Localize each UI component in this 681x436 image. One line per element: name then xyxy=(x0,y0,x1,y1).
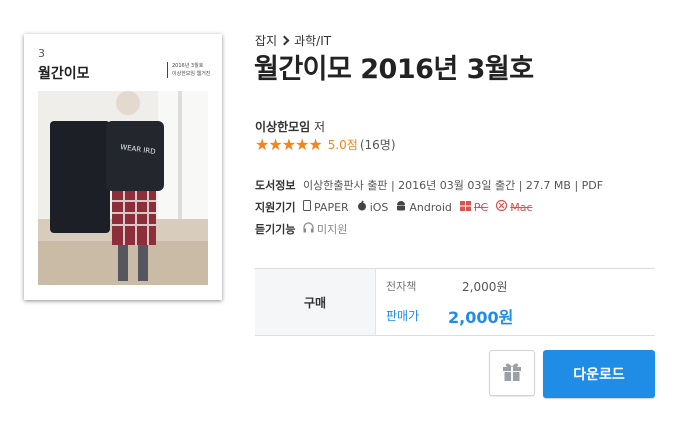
breadcrumb-subcategory[interactable]: 과학/IT xyxy=(294,34,331,48)
tablet-icon xyxy=(303,200,311,214)
author-line: 이상한모임 저 xyxy=(255,118,325,135)
star-icon: ★ xyxy=(281,134,297,154)
gift-icon xyxy=(501,360,523,386)
listen-feature-value: 미지원 xyxy=(303,221,347,237)
star-icon: ★ xyxy=(295,134,310,154)
author-name[interactable]: 이상한모임 xyxy=(255,120,310,134)
headphones-icon xyxy=(303,222,314,236)
platform-ios: iOS xyxy=(357,200,389,214)
breadcrumb-category[interactable]: 잡지 xyxy=(255,34,277,48)
book-info-row: 도서정보 이상한출판사 출판 | 2016년 03월 03일 출간 | 27.7… xyxy=(255,177,603,193)
support-devices-label: 지원기기 xyxy=(255,201,296,214)
platform-label: iOS xyxy=(369,200,389,214)
cover-issue-number: 3 xyxy=(38,47,45,60)
listen-feature-row: 듣기기능 미지원 xyxy=(255,221,355,237)
star-icon: ★ xyxy=(268,134,283,154)
rating-score: 5.0점 xyxy=(327,138,358,152)
gift-button[interactable] xyxy=(489,350,535,396)
cover-subtitle: 2016년 3월호 이상한모임 웹거진 xyxy=(167,62,210,78)
platform-pc: PC xyxy=(459,200,489,214)
cover-subtitle-line1: 2016년 3월호 xyxy=(172,63,204,69)
cover-subtitle-line2: 이상한모임 웹거진 xyxy=(172,71,211,77)
star-rating: ★ ★ ★ ★ ★ xyxy=(255,134,323,154)
ebook-price: 2,000원 xyxy=(462,280,508,294)
mac-icon xyxy=(496,199,508,214)
apple-icon xyxy=(357,200,367,214)
platform-label: Android xyxy=(409,200,452,214)
cover-title: 월간이모 xyxy=(38,66,90,82)
platform-paper: PAPER xyxy=(303,200,349,214)
support-devices-row: 지원기기 PAPER iOS Android PC Mac xyxy=(255,199,541,215)
rating-count: (16명) xyxy=(359,138,396,152)
book-cover[interactable]: 3 월간이모 2016년 3월호 이상한모임 웹거진 WEAR IRD xyxy=(24,34,222,300)
book-title: 월간이모 2016년 3월호 xyxy=(254,54,534,85)
download-button[interactable]: 다운로드 xyxy=(543,350,655,398)
purchase-label: 구매 xyxy=(255,269,376,335)
listen-feature-label: 듣기기능 xyxy=(255,223,296,236)
chevron-right-icon xyxy=(279,35,290,46)
book-info-value: 이상한출판사 출판 | 2016년 03월 03일 출간 | 27.7 MB |… xyxy=(303,179,604,192)
android-icon xyxy=(396,200,406,214)
cover-photo: WEAR IRD xyxy=(38,91,208,285)
platform-label: Mac xyxy=(510,200,533,214)
platform-android: Android xyxy=(396,200,452,214)
platform-label: PAPER xyxy=(314,200,349,214)
rating: ★ ★ ★ ★ ★ 5.0점 (16명) xyxy=(255,136,396,153)
listen-feature-text: 미지원 xyxy=(317,223,348,236)
sale-price-label: 판매가 xyxy=(386,309,420,323)
sale-price: 2,000원 xyxy=(448,308,514,327)
star-icon: ★ xyxy=(308,134,323,154)
platform-label: PC xyxy=(473,200,489,214)
ebook-label: 전자책 xyxy=(386,280,417,293)
price-box: 구매 전자책 2,000원 판매가 2,000원 xyxy=(255,268,655,336)
windows-icon xyxy=(459,200,471,214)
platform-mac: Mac xyxy=(496,199,533,214)
book-info-label: 도서정보 xyxy=(255,179,296,192)
star-icon: ★ xyxy=(255,134,270,154)
author-suffix: 저 xyxy=(314,120,326,134)
